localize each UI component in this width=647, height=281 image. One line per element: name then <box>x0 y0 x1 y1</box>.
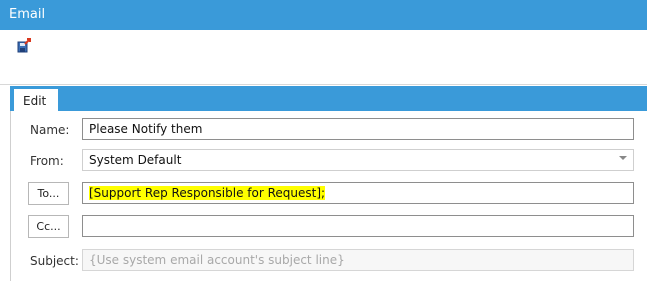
save-icon[interactable] <box>16 38 32 54</box>
subject-field[interactable]: {Use system email account's subject line… <box>82 249 634 271</box>
window-title-bar: Email <box>0 0 647 30</box>
window-title: Email <box>9 7 46 22</box>
to-field[interactable]: [Support Rep Responsible for Request]; <box>82 182 634 204</box>
name-label: Name: <box>30 123 70 137</box>
name-field[interactable]: Please Notify them <box>82 118 634 140</box>
to-button[interactable]: To... <box>28 182 69 205</box>
email-panel: Edit Name: Please Notify them From: Syst… <box>10 86 647 281</box>
chevron-down-icon[interactable] <box>619 156 627 160</box>
toolbar <box>0 30 647 85</box>
cc-field[interactable] <box>82 215 634 237</box>
to-recipient: [Support Rep Responsible for Request]; <box>89 186 326 200</box>
tab-edit[interactable]: Edit <box>14 89 58 111</box>
tab-strip: Edit <box>10 86 647 111</box>
from-select[interactable]: System Default <box>82 149 634 171</box>
from-select-value: System Default <box>89 153 182 167</box>
cc-button[interactable]: Cc... <box>28 215 69 238</box>
subject-label: Subject: <box>30 254 79 268</box>
from-label: From: <box>30 154 64 168</box>
email-form: Name: Please Notify them From: System De… <box>10 111 647 281</box>
